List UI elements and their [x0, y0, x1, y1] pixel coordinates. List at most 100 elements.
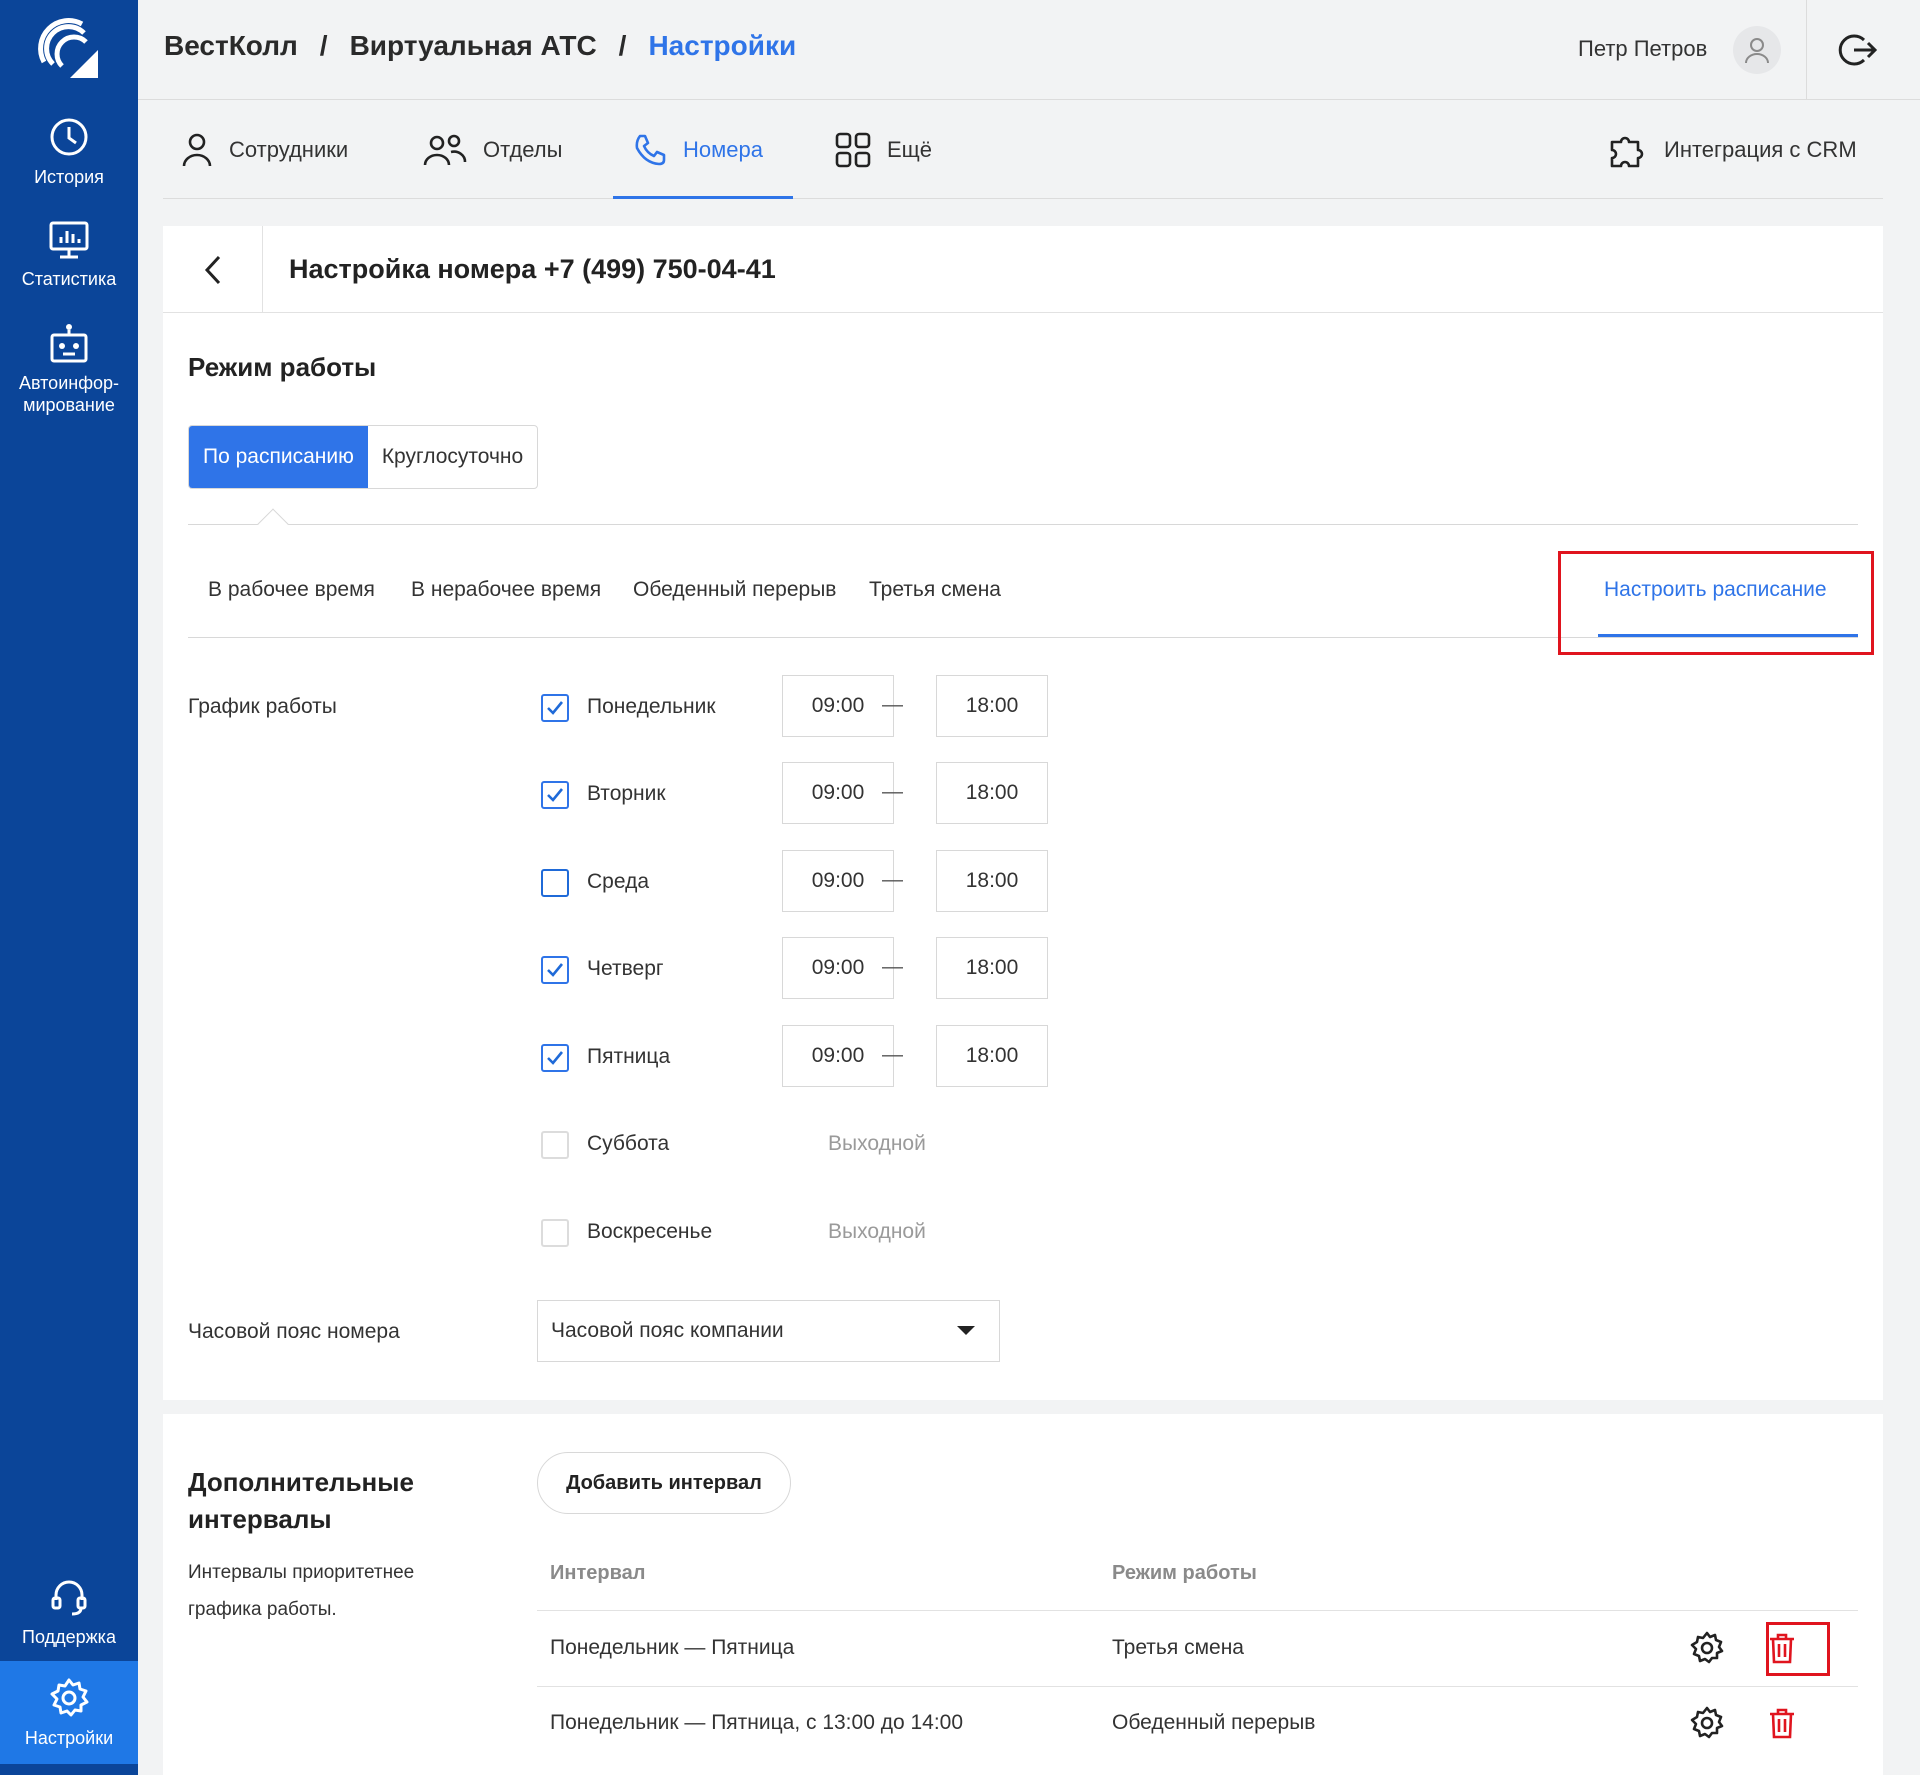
time-from-input[interactable]: 09:00 — [782, 937, 894, 999]
time-from-input[interactable]: 09:00 — [782, 850, 894, 912]
interval-cell: Понедельник — Пятница — [550, 1636, 795, 1659]
day-checkbox[interactable] — [541, 694, 569, 722]
mode-toggle: По расписанию Круглосуточно — [188, 425, 539, 489]
day-row-thursday: Четверг 09:00 — 18:00 — [541, 937, 1101, 999]
breadcrumb-separator: / — [618, 30, 627, 61]
day-off-label: Выходной — [828, 1220, 926, 1243]
breadcrumb-item-current: Настройки — [648, 30, 797, 61]
additional-intervals-card: Дополнительные интервалы Интервалы приор… — [163, 1414, 1883, 1775]
row-divider — [537, 1686, 1858, 1687]
checkmark-icon — [547, 963, 564, 977]
mode-option-24h[interactable]: Круглосуточно — [368, 426, 537, 488]
day-checkbox[interactable] — [541, 1131, 569, 1159]
top-bar: ВестКолл / Виртуальная АТС / Настройки Петр … — [138, 0, 1920, 100]
subtab-non-working-hours[interactable]: В нерабочее время — [411, 578, 601, 602]
user-name[interactable]: Петр Петров — [1578, 36, 1707, 62]
row-divider — [537, 1610, 1858, 1611]
time-from-input[interactable]: 09:00 — [782, 675, 894, 737]
day-name: Воскресенье — [587, 1220, 713, 1243]
day-checkbox[interactable] — [541, 781, 569, 809]
timezone-select[interactable]: Часовой пояс компании — [537, 1300, 1000, 1362]
mode-cell: Третья смена — [1112, 1636, 1244, 1659]
subtab-lunch-break[interactable]: Обеденный перерыв — [633, 578, 836, 602]
intervals-description: Интервалы приоритетнее графика работы. — [188, 1562, 415, 1620]
robot-icon — [50, 324, 88, 363]
number-settings-card: Настройка номера +7 (499) 750-04-41 Режи… — [163, 226, 1883, 1400]
logo-icon — [38, 18, 98, 78]
time-to-input[interactable]: 18:00 — [936, 1025, 1048, 1087]
crm-integration-link[interactable]: Интеграция с CRM — [1608, 100, 1857, 199]
breadcrumb-item-pbx[interactable]: Виртуальная АТС — [350, 30, 597, 61]
breadcrumb-item-company[interactable]: ВестКолл — [164, 30, 298, 61]
day-name: Суббота — [587, 1132, 670, 1155]
headset-icon — [51, 1580, 87, 1616]
sidebar-item-label: Автоинфор- — [18, 373, 120, 393]
gear-icon — [50, 1678, 89, 1717]
sidebar-item-label: Поддержка — [22, 1627, 116, 1647]
logout-icon[interactable] — [1838, 30, 1878, 70]
tab-label: Сотрудники — [229, 136, 349, 162]
users-icon — [423, 134, 467, 165]
time-dash: — — [882, 955, 903, 978]
subtab-working-hours[interactable]: В рабочее время — [208, 578, 375, 602]
day-row-wednesday: Среда 09:00 — 18:00 — [541, 850, 1101, 912]
day-off-label: Выходной — [828, 1132, 926, 1155]
day-checkbox[interactable] — [541, 869, 569, 897]
tab-more[interactable]: Ещё — [835, 100, 932, 199]
highlight-frame — [1766, 1622, 1830, 1676]
day-checkbox[interactable] — [541, 956, 569, 984]
user-avatar-icon — [1745, 38, 1769, 64]
time-from-input[interactable]: 09:00 — [782, 762, 894, 824]
sidebar-item-label: Статистика — [21, 269, 117, 289]
day-name: Среда — [587, 870, 649, 893]
time-dash: — — [882, 1043, 903, 1066]
time-to-input[interactable]: 18:00 — [936, 850, 1048, 912]
day-row-sunday: Воскресенье Выходной — [541, 1200, 1101, 1262]
sidebar: История Статистика Автоинфор- мирование … — [0, 0, 138, 1775]
day-row-monday: Понедельник 09:00 — 18:00 — [541, 675, 1101, 737]
sidebar-item-support[interactable]: Поддержка — [0, 1576, 138, 1648]
day-checkbox[interactable] — [541, 1219, 569, 1247]
tab-departments[interactable]: Отделы — [423, 100, 562, 199]
tab-label: Ещё — [887, 136, 933, 162]
mode-cell: Обеденный перерыв — [1112, 1711, 1316, 1734]
time-dash: — — [882, 868, 903, 891]
avatar[interactable] — [1733, 26, 1781, 74]
sidebar-item-history[interactable]: История — [0, 116, 138, 188]
time-to-input[interactable]: 18:00 — [936, 937, 1048, 999]
column-header-interval: Интервал — [550, 1562, 646, 1584]
day-name: Четверг — [587, 957, 664, 980]
sidebar-item-label-line2: мирование — [23, 395, 115, 415]
sidebar-item-settings[interactable]: Настройки — [0, 1661, 138, 1764]
time-to-input[interactable]: 18:00 — [936, 762, 1048, 824]
time-to-input[interactable]: 18:00 — [936, 675, 1048, 737]
clock-icon — [50, 118, 88, 156]
card-header: Настройка номера +7 (499) 750-04-41 — [163, 226, 1883, 313]
tab-label: Отделы — [483, 136, 563, 162]
time-from-input[interactable]: 09:00 — [782, 1025, 894, 1087]
day-name: Пятница — [587, 1045, 671, 1068]
column-header-mode: Режим работы — [1112, 1562, 1257, 1584]
day-row-friday: Пятница 09:00 — 18:00 — [541, 1025, 1101, 1087]
day-checkbox[interactable] — [541, 1044, 569, 1072]
tab-label: Номера — [683, 136, 763, 162]
back-button[interactable] — [163, 226, 263, 313]
subtab-third-shift[interactable]: Третья смена — [869, 578, 1001, 602]
trash-icon[interactable] — [1762, 1703, 1802, 1743]
day-row-tuesday: Вторник 09:00 — 18:00 — [541, 762, 1101, 824]
settings-icon[interactable] — [1687, 1628, 1727, 1668]
mode-option-scheduled[interactable]: По расписанию — [189, 426, 368, 488]
settings-icon[interactable] — [1687, 1703, 1727, 1743]
intervals-title: Дополнительные интервалы — [188, 1467, 414, 1534]
sidebar-item-statistics[interactable]: Статистика — [0, 220, 138, 290]
sidebar-item-autoinform[interactable]: Автоинфор- мирование — [0, 322, 138, 416]
add-interval-button[interactable]: Добавить интервал — [537, 1452, 791, 1514]
divider — [188, 524, 1858, 525]
day-row-saturday: Суббота Выходной — [541, 1112, 1101, 1174]
tab-numbers[interactable]: Номера — [633, 100, 763, 199]
checkmark-icon — [547, 701, 564, 715]
grid-icon — [835, 132, 871, 167]
mode-section-title: Режим работы — [188, 352, 377, 382]
page-title: Настройка номера +7 (499) 750-04-41 — [289, 254, 776, 284]
tab-employees[interactable]: Сотрудники — [181, 100, 348, 199]
